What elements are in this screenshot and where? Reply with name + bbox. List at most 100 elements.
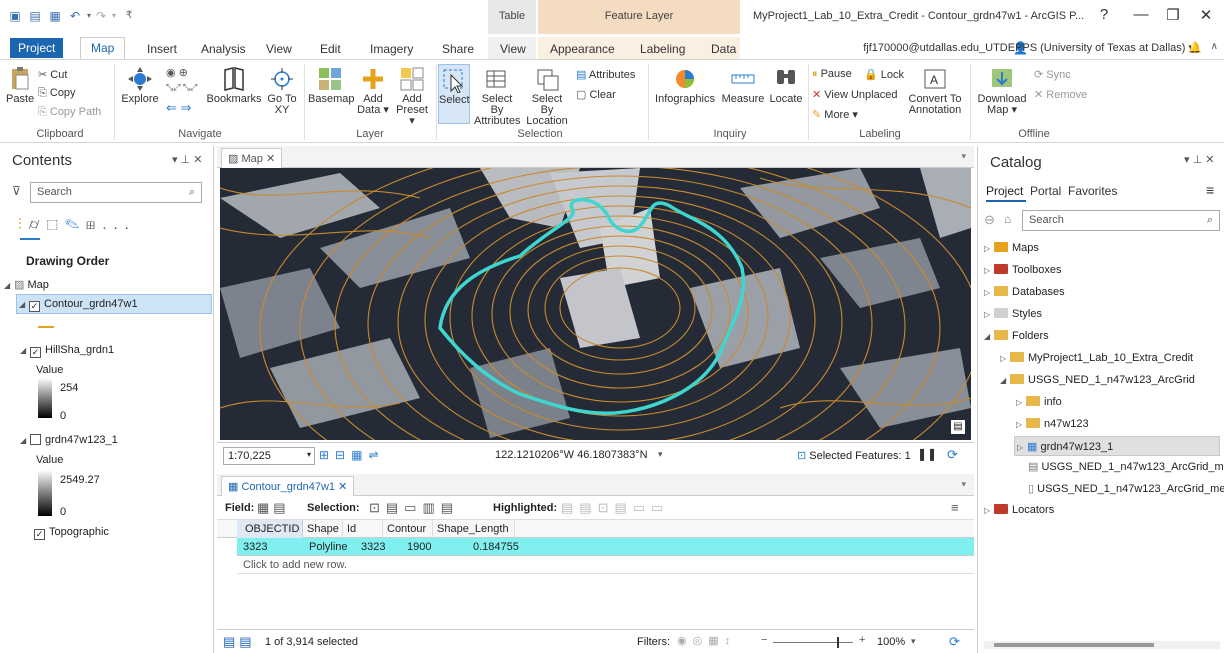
clear-selection-button[interactable]: ▢ Clear (576, 88, 616, 101)
select-by-location-button[interactable]: Select By Location (524, 66, 570, 127)
redo-icon[interactable]: ↷ (94, 9, 108, 23)
layer-contour-checkbox[interactable]: ✓ (29, 301, 40, 312)
highlighted-tools-icons[interactable]: ▤▤⊡▤▭▭ (561, 500, 669, 516)
copy-path-button[interactable]: ⎘ Copy Path (38, 106, 101, 119)
basemap-button[interactable]: Basemap (308, 66, 354, 105)
catalog-item-metadata-2[interactable]: ▯ USGS_NED_1_n47w123_ArcGrid_met (1028, 482, 1224, 495)
catalog-menu-icon[interactable]: ≡ (1206, 182, 1214, 198)
save-project-icon[interactable]: ▦ (48, 9, 62, 23)
zoom-dropdown-icon[interactable]: ▾ (911, 636, 916, 647)
editing-view-icon[interactable]: ✎ (65, 216, 86, 233)
catalog-item-metadata-1[interactable]: ▤ USGS_NED_1_n47w123_ArcGrid_met (1028, 460, 1224, 473)
col-id[interactable]: Id (343, 520, 383, 538)
zoom-slider-thumb[interactable] (837, 637, 839, 648)
drawing-order-icon[interactable]: ⫶ (18, 216, 29, 233)
copy-button[interactable]: ⎘ Copy (38, 87, 76, 100)
tab-imagery[interactable]: Imagery (364, 40, 419, 58)
tab-project[interactable]: Project (10, 38, 64, 58)
go-to-xy-button[interactable]: Go To XY (266, 66, 298, 116)
tab-map[interactable]: Map (80, 37, 126, 59)
notifications-icon[interactable]: 🔔 (1188, 41, 1202, 54)
map-node[interactable]: ◢ ▨ Map (4, 278, 49, 291)
open-project-icon[interactable]: ▤ (28, 9, 42, 23)
catalog-search-input[interactable]: Search ⌕ (1022, 210, 1220, 231)
zoom-full-extent-icon[interactable]: ◉ ⊕ (166, 66, 188, 79)
selection-tools-icons[interactable]: ⊡▤▭▥▤ (369, 500, 459, 516)
catalog-tab-project[interactable]: Project (986, 184, 1023, 198)
tab-labeling[interactable]: Labeling (634, 40, 691, 58)
col-objectid[interactable]: OBJECTID (237, 520, 303, 538)
catalog-item-folders[interactable]: ◢ Folders (984, 330, 1049, 342)
new-project-icon[interactable]: ▣ (8, 9, 22, 23)
attributes-button[interactable]: ▤ Attributes (576, 68, 635, 81)
zoom-in-icon[interactable]: + (859, 634, 865, 646)
snapping-view-icon[interactable]: ⊞ (86, 216, 103, 233)
zoom-slider[interactable] (773, 642, 853, 643)
catalog-item-grdn[interactable]: ▷ ▦ grdn47w123_1 (1014, 436, 1220, 456)
table-refresh-icon[interactable]: ⟳ (949, 634, 960, 650)
cell-shape-length[interactable]: 0.184755 (473, 541, 519, 553)
sync-button[interactable]: ⟳ Sync (1034, 68, 1071, 81)
cell-objectid[interactable]: 3323 (243, 541, 267, 553)
bookmarks-button[interactable]: Bookmarks (206, 66, 262, 105)
map-tools-icons[interactable]: ⊞⊟▦⇌ (319, 448, 385, 462)
download-map-button[interactable]: Download Map ▾ (974, 66, 1030, 116)
catalog-item-toolboxes[interactable]: ▷ Toolboxes (984, 264, 1062, 276)
tab-table-view[interactable]: View (494, 40, 532, 58)
catalog-scrollbar-thumb[interactable] (994, 643, 1154, 647)
explore-button[interactable]: Explore (120, 66, 160, 105)
layer-hillshade[interactable]: ◢ ✓ HillSha_grdn1 (20, 344, 114, 358)
view-unplaced-button[interactable]: ✕ View Unplaced (812, 88, 897, 101)
more-labeling-button[interactable]: ✎ More ▾ (812, 108, 858, 121)
minimize-button[interactable]: — (1131, 6, 1151, 23)
zoom-out-icon[interactable]: − (761, 634, 767, 646)
tab-edit[interactable]: Edit (314, 40, 347, 58)
tab-share[interactable]: Share (436, 40, 480, 58)
table-tab[interactable]: ▦ Contour_grdn47w1 ✕ (221, 476, 355, 496)
catalog-item-info[interactable]: ▷ info (1016, 396, 1062, 408)
select-by-attributes-button[interactable]: Select By Attributes (474, 66, 520, 127)
redo-dropdown-icon[interactable]: ▾ (107, 9, 121, 23)
cell-shape[interactable]: Polyline (309, 541, 348, 553)
close-map-tab-icon[interactable]: ✕ (266, 153, 275, 165)
tab-view[interactable]: View (260, 40, 298, 58)
contents-search-input[interactable]: Search ⌕ (30, 182, 202, 203)
remove-button[interactable]: ✕ Remove (1034, 88, 1087, 101)
signed-in-user[interactable]: fjf170000@utdallas.edu_UTDEPPS (Universi… (863, 41, 1194, 54)
layer-hillshade-checkbox[interactable]: ✓ (30, 347, 41, 358)
pause-labeling-button[interactable]: ⏸ Pause (812, 68, 852, 81)
map-tab-menu-icon[interactable]: ▾ (961, 151, 966, 162)
map-canvas[interactable]: ▤ (220, 168, 971, 440)
catalog-tab-favorites[interactable]: Favorites (1068, 184, 1117, 198)
tab-analysis[interactable]: Analysis (195, 40, 252, 58)
catalog-item-databases[interactable]: ▷ Databases (984, 286, 1065, 298)
show-all-selected-icons[interactable]: ▤▤ (223, 634, 256, 650)
back-icon[interactable]: ⊖ (984, 212, 995, 228)
map-tab[interactable]: ▨ Map ✕ (221, 148, 283, 168)
cell-id[interactable]: 3323 (361, 541, 385, 553)
data-source-icon[interactable]: ⌭ (29, 216, 47, 233)
measure-button[interactable]: Measure (720, 66, 766, 105)
pane-options-icon[interactable]: ▾ ⊥ ✕ (172, 153, 202, 166)
field-tools-icons[interactable]: ▦▤ (257, 500, 290, 516)
zoom-fixed-icon[interactable]: ⤡⤢ ⤡⤢ (166, 82, 197, 93)
layer-topographic-checkbox[interactable]: ✓ (34, 529, 45, 540)
catalog-item-maps[interactable]: ▷ Maps (984, 242, 1039, 254)
more-views-icon[interactable]: ... (102, 216, 136, 233)
tab-appearance[interactable]: Appearance (544, 40, 621, 58)
customize-qat-icon[interactable]: ₹ (122, 9, 136, 23)
selection-view-icon[interactable]: ⬚ (47, 216, 66, 233)
cell-contour[interactable]: 1900 (407, 541, 431, 553)
selected-features[interactable]: ⊡ Selected Features: 1 (797, 449, 911, 462)
collapse-ribbon-icon[interactable]: ∧ (1211, 41, 1218, 52)
filter-icon[interactable]: ⊽ (12, 184, 21, 198)
paste-button[interactable]: Paste (6, 66, 34, 105)
layer-contour[interactable]: ◢ ✓ Contour_grdn47w1 (16, 294, 212, 314)
layer-grdn-checkbox[interactable] (30, 434, 41, 445)
catalog-item-n47w123[interactable]: ▷ n47w123 (1016, 418, 1089, 430)
cut-button[interactable]: ✂ Cut (38, 68, 67, 81)
map-scale-select[interactable]: 1:70,225 ▾ (223, 447, 315, 465)
previous-next-extent-icon[interactable]: ⇐ ⇒ (166, 100, 191, 116)
refresh-icon[interactable]: ⟳ (947, 447, 958, 463)
tab-data[interactable]: Data (705, 40, 742, 58)
